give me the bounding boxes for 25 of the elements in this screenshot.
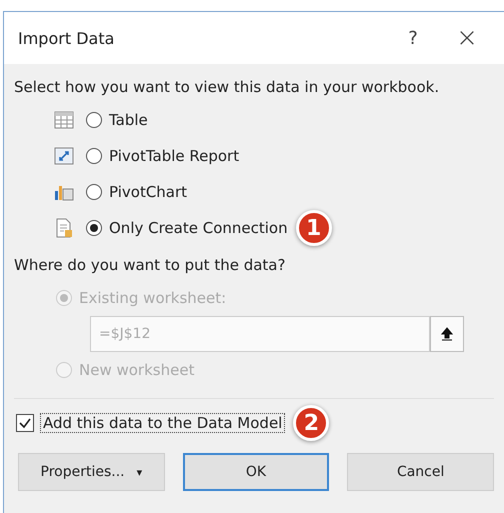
close-button[interactable]: × (440, 23, 494, 53)
window-title: Import Data (18, 28, 116, 48)
table-icon (54, 110, 74, 130)
step-badge: 1 (296, 210, 332, 246)
help-button[interactable]: ? (386, 28, 440, 48)
radio-label[interactable]: Table (109, 111, 148, 129)
dialog-button[interactable]: OK (182, 453, 330, 491)
document-icon (54, 218, 74, 238)
radio-label[interactable]: PivotChart (109, 183, 188, 201)
radio-button[interactable] (86, 112, 102, 128)
radio-button[interactable] (86, 220, 102, 236)
checkbox-label[interactable]: Add this data to the Data Model (40, 413, 286, 433)
properties-dropdown-button[interactable]: Properties... ▾ (18, 453, 165, 491)
radio-label[interactable]: PivotTable Report (109, 147, 240, 165)
view-prompt: Select how you want to view this data in your workbook. (14, 78, 440, 96)
step-badge: 2 (293, 405, 330, 441)
upload-arrow-icon (441, 327, 453, 341)
radio-label[interactable]: Only Create Connection (109, 219, 288, 237)
collapse-button[interactable] (430, 316, 464, 352)
location-prompt: Where do you want to put the data? (14, 255, 286, 276)
checkbox[interactable] (16, 414, 34, 432)
radio-button[interactable] (86, 184, 102, 200)
dialog-button[interactable]: Cancel (347, 453, 494, 491)
pivot-table-icon (54, 146, 74, 166)
radio-button[interactable] (86, 148, 102, 164)
